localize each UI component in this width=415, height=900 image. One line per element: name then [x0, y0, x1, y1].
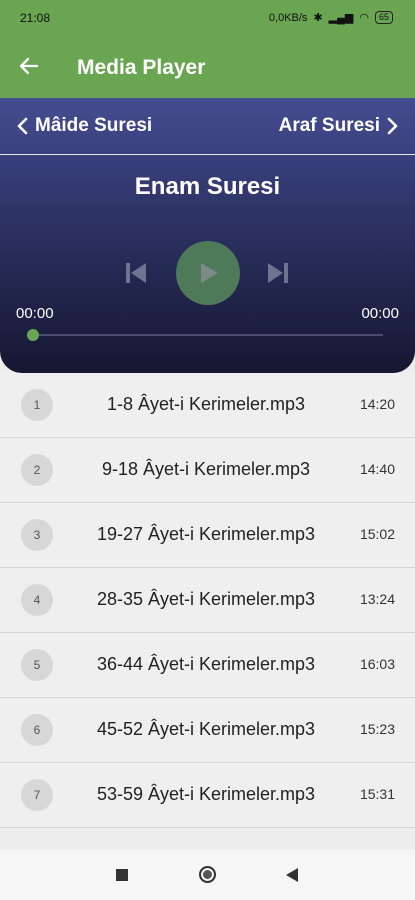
previous-surah-label: Mâide Suresi [35, 115, 153, 136]
track-number: 4 [21, 584, 53, 616]
play-button[interactable] [176, 241, 240, 305]
track-number: 1 [21, 389, 53, 421]
status-bar: 21:08 0,0KB/s ✱ ▂▄▆ ◠ 65 [0, 0, 415, 36]
recents-icon[interactable] [116, 869, 128, 881]
surah-navigation: Mâide Suresi Araf Suresi [0, 98, 415, 155]
track-number: 2 [21, 454, 53, 486]
battery-icon: 65 [374, 11, 393, 24]
track-number: 3 [21, 519, 53, 551]
skip-previous-icon[interactable] [122, 259, 150, 287]
home-icon[interactable] [199, 866, 216, 883]
next-surah-label: Araf Suresi [278, 115, 380, 136]
track-row[interactable]: 2 9-18 Âyet-i Kerimeler.mp3 14:40 [0, 438, 415, 503]
track-number: 7 [21, 779, 53, 811]
back-icon[interactable] [286, 868, 298, 882]
track-row[interactable]: 7 53-59 Âyet-i Kerimeler.mp3 15:31 [0, 763, 415, 828]
track-duration: 14:40 [359, 461, 395, 477]
network-speed: 0,0KB/s [268, 11, 308, 24]
current-track-title: Enam Suresi [134, 173, 281, 200]
track-name: 36-44 Âyet-i Kerimeler.mp3 [96, 654, 316, 674]
track-name: 53-59 Âyet-i Kerimeler.mp3 [96, 784, 316, 804]
app-bar: Media Player [0, 36, 415, 98]
track-list: 1 1-8 Âyet-i Kerimeler.mp3 14:20 2 9-18 … [0, 373, 415, 850]
track-duration: 16:03 [359, 656, 395, 672]
track-number: 5 [21, 649, 53, 681]
system-navigation-bar [0, 850, 415, 900]
track-duration: 13:24 [359, 591, 395, 607]
track-duration: 14:20 [359, 396, 395, 412]
bluetooth-icon: ✱ [313, 12, 323, 24]
track-row[interactable]: 1 1-8 Âyet-i Kerimeler.mp3 14:20 [0, 373, 415, 438]
track-name: 19-27 Âyet-i Kerimeler.mp3 [96, 524, 316, 544]
elapsed-time: 00:00 [16, 305, 54, 322]
back-arrow-icon[interactable] [17, 54, 41, 78]
track-duration: 15:23 [359, 721, 395, 737]
track-name: 9-18 Âyet-i Kerimeler.mp3 [101, 459, 311, 479]
track-duration: 15:31 [359, 786, 395, 802]
skip-next-icon[interactable] [264, 259, 292, 287]
player-panel: Mâide Suresi Araf Suresi Enam Suresi 00:… [0, 98, 415, 373]
track-name: 45-52 Âyet-i Kerimeler.mp3 [96, 719, 316, 739]
app-title: Media Player [77, 56, 206, 79]
track-name: 1-8 Âyet-i Kerimeler.mp3 [106, 394, 306, 414]
seek-thumb[interactable] [27, 329, 39, 341]
chevron-left-icon [17, 117, 28, 135]
status-icons: 0,0KB/s ✱ ▂▄▆ ◠ 65 [269, 11, 393, 24]
seek-bar[interactable] [33, 334, 383, 336]
track-duration: 15:02 [359, 526, 395, 542]
track-row[interactable]: 3 19-27 Âyet-i Kerimeler.mp3 15:02 [0, 503, 415, 568]
wifi-icon: ◠ [359, 12, 369, 24]
track-row[interactable]: 5 36-44 Âyet-i Kerimeler.mp3 16:03 [0, 633, 415, 698]
track-number: 6 [21, 714, 53, 746]
total-time: 00:00 [361, 305, 399, 322]
track-row[interactable]: 4 28-35 Âyet-i Kerimeler.mp3 13:24 [0, 568, 415, 633]
track-row[interactable]: 6 45-52 Âyet-i Kerimeler.mp3 15:23 [0, 698, 415, 763]
track-name: 28-35 Âyet-i Kerimeler.mp3 [96, 589, 316, 609]
status-time: 21:08 [20, 11, 51, 25]
signal-icon: ▂▄▆ [328, 12, 354, 24]
play-icon [201, 263, 218, 283]
previous-surah-button[interactable]: Mâide Suresi [16, 115, 152, 137]
chevron-right-icon [387, 117, 398, 135]
playback-controls [0, 241, 415, 305]
next-surah-button[interactable]: Araf Suresi [279, 115, 399, 137]
